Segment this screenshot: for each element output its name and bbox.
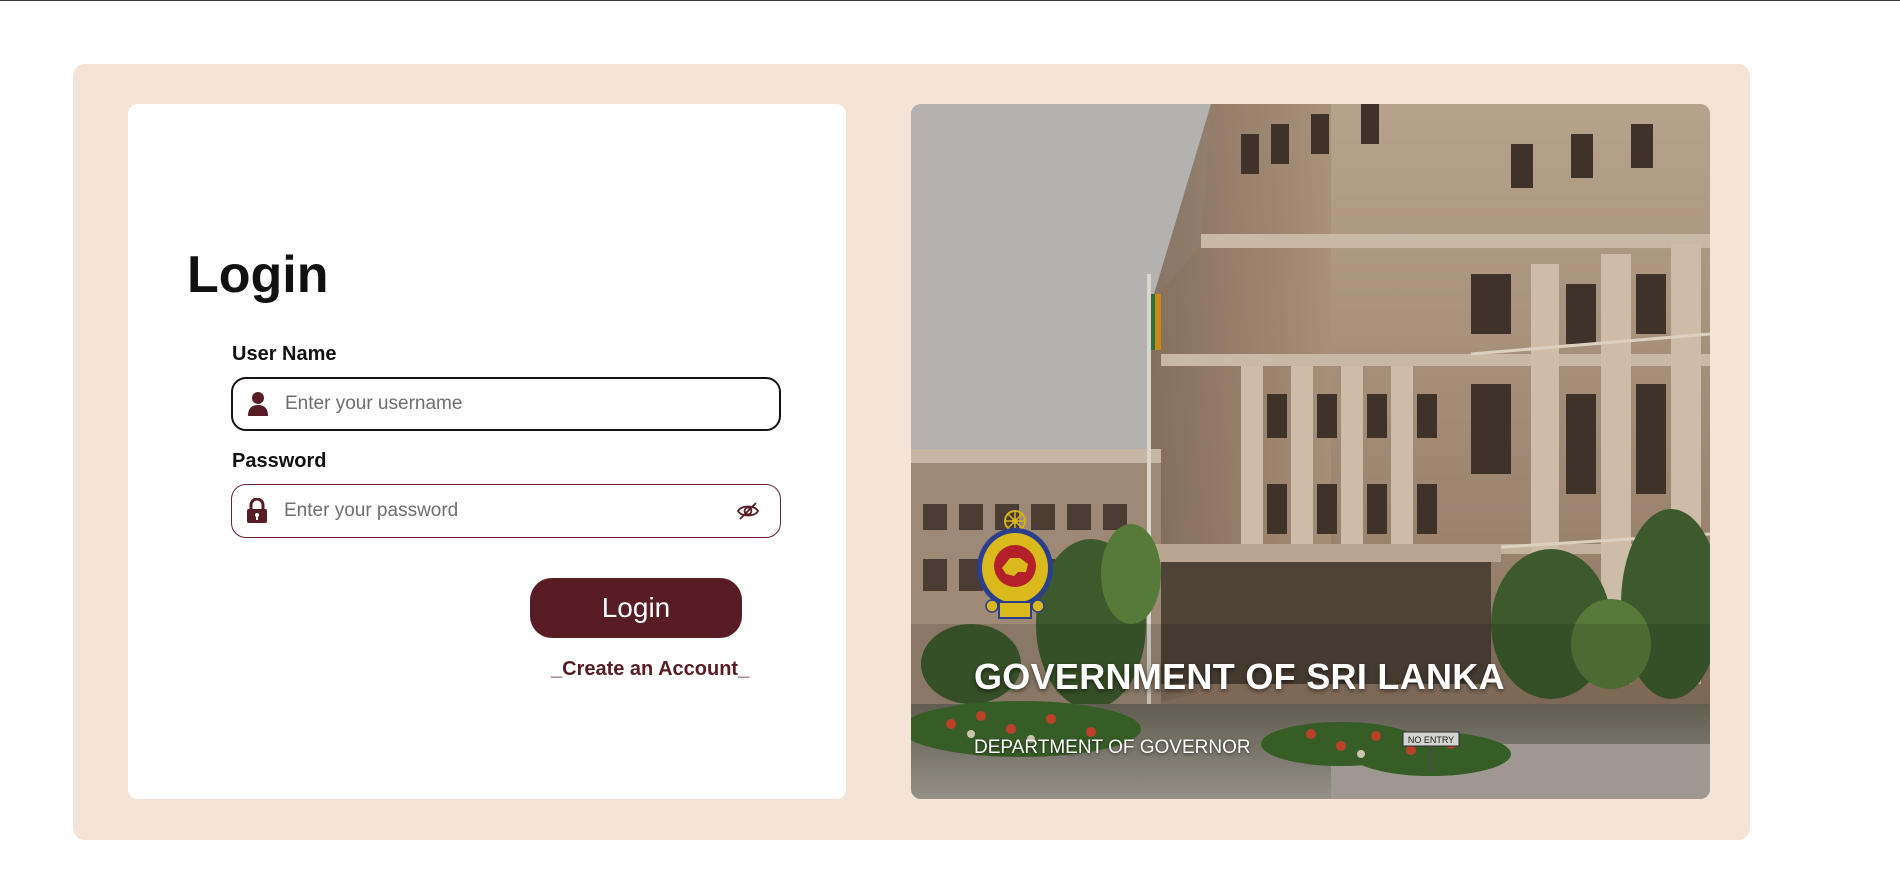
sri-lanka-emblem xyxy=(974,506,1056,624)
hero-subtitle: DEPARTMENT OF GOVERNOR xyxy=(974,737,1251,758)
username-input[interactable] xyxy=(283,378,779,430)
create-account-link[interactable]: _Create an Account_ xyxy=(551,658,749,681)
user-icon xyxy=(245,391,271,417)
password-input[interactable] xyxy=(282,484,734,538)
username-field[interactable] xyxy=(231,377,781,431)
password-field[interactable] xyxy=(231,484,781,538)
password-label: Password xyxy=(232,450,327,472)
eye-off-icon[interactable] xyxy=(734,497,762,525)
username-label: User Name xyxy=(232,343,337,365)
lock-icon xyxy=(244,498,270,524)
login-title: Login xyxy=(187,246,329,304)
hero-title: GOVERNMENT OF SRI LANKA xyxy=(974,656,1505,697)
login-button[interactable]: Login xyxy=(530,578,742,638)
